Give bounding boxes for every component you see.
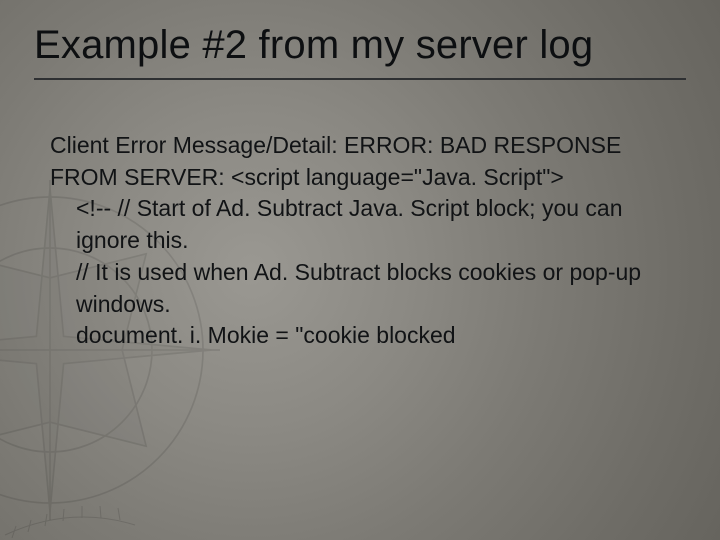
log-line: <!-- // Start of Ad. Subtract Java. Scri… <box>50 193 676 256</box>
body-region: Client Error Message/Detail: ERROR: BAD … <box>50 130 676 352</box>
log-line: document. i. Mokie = "cookie blocked <box>50 320 676 352</box>
slide-title: Example #2 from my server log <box>34 22 686 80</box>
log-line: // It is used when Ad. Subtract blocks c… <box>50 257 676 320</box>
title-region: Example #2 from my server log <box>34 22 686 80</box>
log-line: Client Error Message/Detail: ERROR: BAD … <box>50 130 676 193</box>
tick-marks-decoration <box>0 460 140 540</box>
slide: Example #2 from my server log Client Err… <box>0 0 720 540</box>
